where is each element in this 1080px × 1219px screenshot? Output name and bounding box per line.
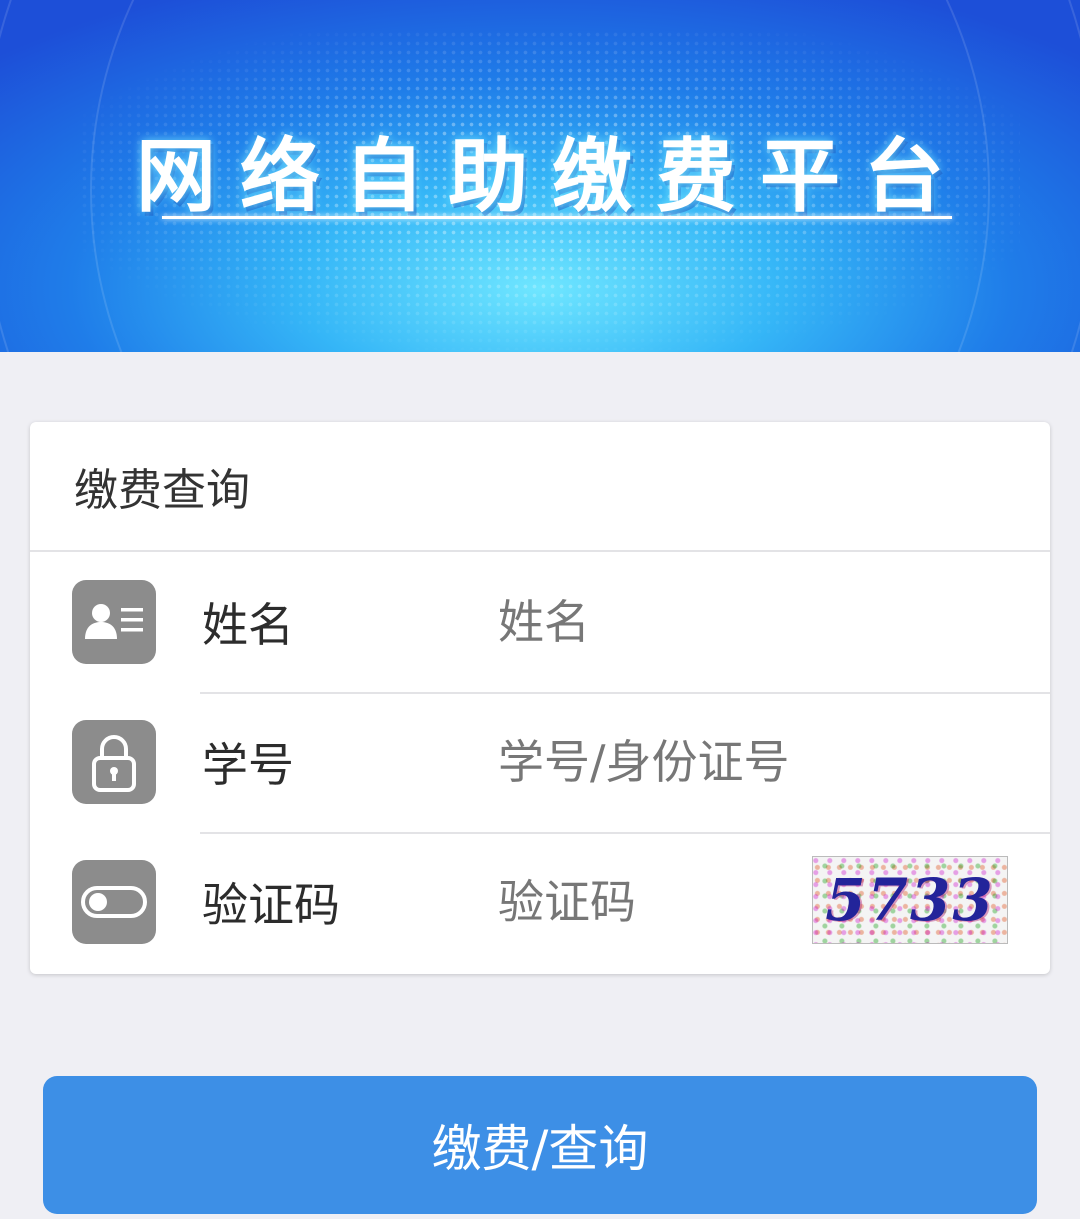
lock-icon	[72, 720, 156, 804]
captcha-label: 验证码	[202, 878, 340, 932]
captcha-row: 验证码 5733	[30, 832, 1050, 972]
captcha-image[interactable]: 5733	[812, 856, 1008, 944]
pay-query-button[interactable]: 缴费/查询	[43, 1076, 1037, 1214]
id-card-icon	[72, 580, 156, 664]
name-row: 姓名	[30, 552, 1050, 692]
student-id-row: 学号	[30, 692, 1050, 832]
captcha-input[interactable]	[498, 867, 818, 937]
form-header: 缴费查询	[30, 422, 1050, 552]
student-id-input[interactable]	[498, 727, 998, 797]
student-id-label: 学号	[202, 738, 294, 792]
captcha-code: 5733	[825, 866, 995, 934]
header-banner: 网络自助缴费平台	[0, 0, 1080, 352]
toggle-icon	[72, 860, 156, 944]
payment-query-form: 缴费查询 姓名 学号	[30, 422, 1050, 974]
banner-title: 网络自助缴费平台	[136, 130, 968, 223]
banner-underline	[162, 216, 952, 219]
name-input[interactable]	[498, 587, 818, 657]
name-label: 姓名	[202, 598, 294, 652]
